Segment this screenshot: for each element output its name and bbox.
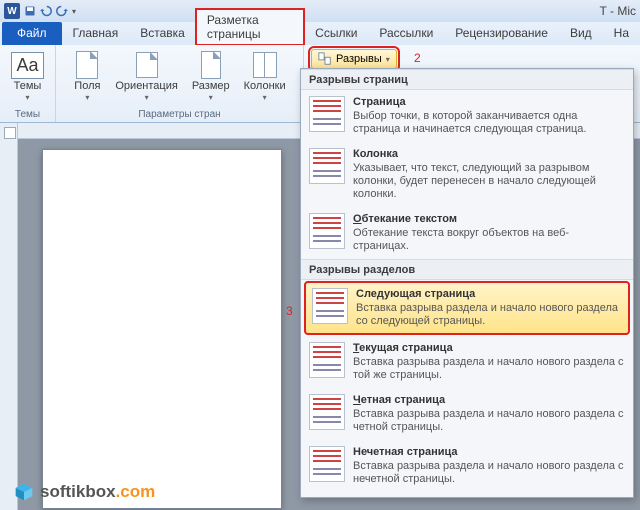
breaks-dropdown: Разрывы страниц Страница Выбор точки, в … (300, 68, 634, 498)
break-page-desc: Выбор точки, в которой заканчивается одн… (353, 110, 625, 136)
break-continuous[interactable]: Текущая страницаТекущая страница Вставка… (301, 336, 633, 388)
columns-label: Колонки (244, 80, 286, 92)
vertical-ruler (0, 123, 18, 510)
tab-page-layout[interactable]: Разметка страницы (196, 9, 304, 45)
break-page-icon (309, 96, 345, 132)
tab-more[interactable]: На (603, 22, 640, 45)
orientation-button[interactable]: Ориентация▾ (111, 49, 181, 105)
break-text-wrap-desc: Обтекание текста вокруг объектов на веб-… (353, 227, 625, 253)
margins-label: Поля (74, 80, 100, 92)
section-section-breaks: Разрывы разделов (301, 259, 633, 280)
break-next-page-title: Следующая страница (356, 288, 622, 300)
break-even-page-desc: Вставка разрыва раздела и начало нового … (353, 408, 625, 434)
group-themes: Aa Темы▾ Темы (0, 45, 56, 122)
document-page[interactable] (42, 149, 282, 509)
size-label: Размер (192, 80, 230, 92)
tab-references[interactable]: Ссылки (304, 22, 368, 45)
breaks-icon (318, 52, 332, 66)
breaks-label: Разрывы (336, 53, 382, 65)
size-button[interactable]: Размер▾ (188, 49, 234, 105)
undo-icon[interactable] (40, 5, 52, 17)
group-page-setup: Поля▾ Ориентация▾ Размер▾ Колонки▾ Парам… (56, 45, 304, 122)
chevron-down-icon: ▾ (386, 55, 390, 64)
tab-view[interactable]: Вид (559, 22, 603, 45)
break-column-icon (309, 148, 345, 184)
annotation-3: 3 (286, 304, 293, 318)
break-column-title: Колонка (353, 148, 625, 160)
themes-label: Темы (14, 80, 42, 92)
tab-mailings[interactable]: Рассылки (368, 22, 444, 45)
tab-review[interactable]: Рецензирование (444, 22, 559, 45)
watermark-domain: .com (116, 482, 156, 501)
break-odd-page-title: Нечетная страница (353, 446, 625, 458)
break-next-page-desc: Вставка разрыва раздела и начало нового … (356, 302, 622, 328)
tab-insert[interactable]: Вставка (129, 22, 196, 45)
columns-button[interactable]: Колонки▾ (240, 49, 290, 105)
break-text-wrap-icon (309, 213, 345, 249)
break-continuous-icon (309, 342, 345, 378)
watermark-brand: softikbox (40, 482, 116, 501)
margins-button[interactable]: Поля▾ (69, 49, 105, 105)
word-app-icon: W (4, 3, 20, 19)
ribbon-tabs: Файл Главная Вставка Разметка страницы С… (0, 22, 640, 45)
title-bar: W ▾ T - Mic (0, 0, 640, 22)
tab-file[interactable]: Файл (2, 22, 62, 45)
break-even-page[interactable]: Четная страницаЧетная страница Вставка р… (301, 388, 633, 440)
break-column-desc: Указывает, что текст, следующий за разры… (353, 162, 625, 201)
save-icon[interactable] (24, 5, 36, 17)
group-label-themes: Темы (15, 107, 40, 120)
break-even-page-icon (309, 394, 345, 430)
breaks-button[interactable]: Разрывы ▾ (311, 49, 397, 69)
themes-button[interactable]: Aa Темы▾ (10, 49, 46, 105)
break-odd-page[interactable]: Нечетная страница Вставка разрыва раздел… (301, 440, 633, 492)
section-page-breaks: Разрывы страниц (301, 69, 633, 90)
break-odd-page-icon (309, 446, 345, 482)
tab-home[interactable]: Главная (62, 22, 130, 45)
annotation-2: 2 (414, 51, 421, 65)
break-continuous-desc: Вставка разрыва раздела и начало нового … (353, 356, 625, 382)
window-title: T - Mic (600, 4, 636, 18)
break-next-page[interactable]: Следующая страница Вставка разрыва разде… (305, 282, 629, 334)
watermark: softikbox.com (14, 482, 155, 502)
watermark-cube-icon (14, 482, 34, 502)
group-label-page-setup: Параметры стран (138, 107, 220, 120)
break-page[interactable]: Страница Выбор точки, в которой заканчив… (301, 90, 633, 142)
break-page-title: Страница (353, 96, 625, 108)
qat-dropdown-icon[interactable]: ▾ (72, 7, 76, 16)
break-odd-page-desc: Вставка разрыва раздела и начало нового … (353, 460, 625, 486)
break-text-wrap[interactable]: ООбтекание текстомбтекание текстом Обтек… (301, 207, 633, 259)
quick-access-toolbar[interactable]: ▾ (24, 5, 76, 17)
break-column[interactable]: Колонка Указывает, что текст, следующий … (301, 142, 633, 207)
redo-icon[interactable] (56, 5, 68, 17)
break-next-page-icon (312, 288, 348, 324)
orientation-label: Ориентация (115, 80, 177, 92)
